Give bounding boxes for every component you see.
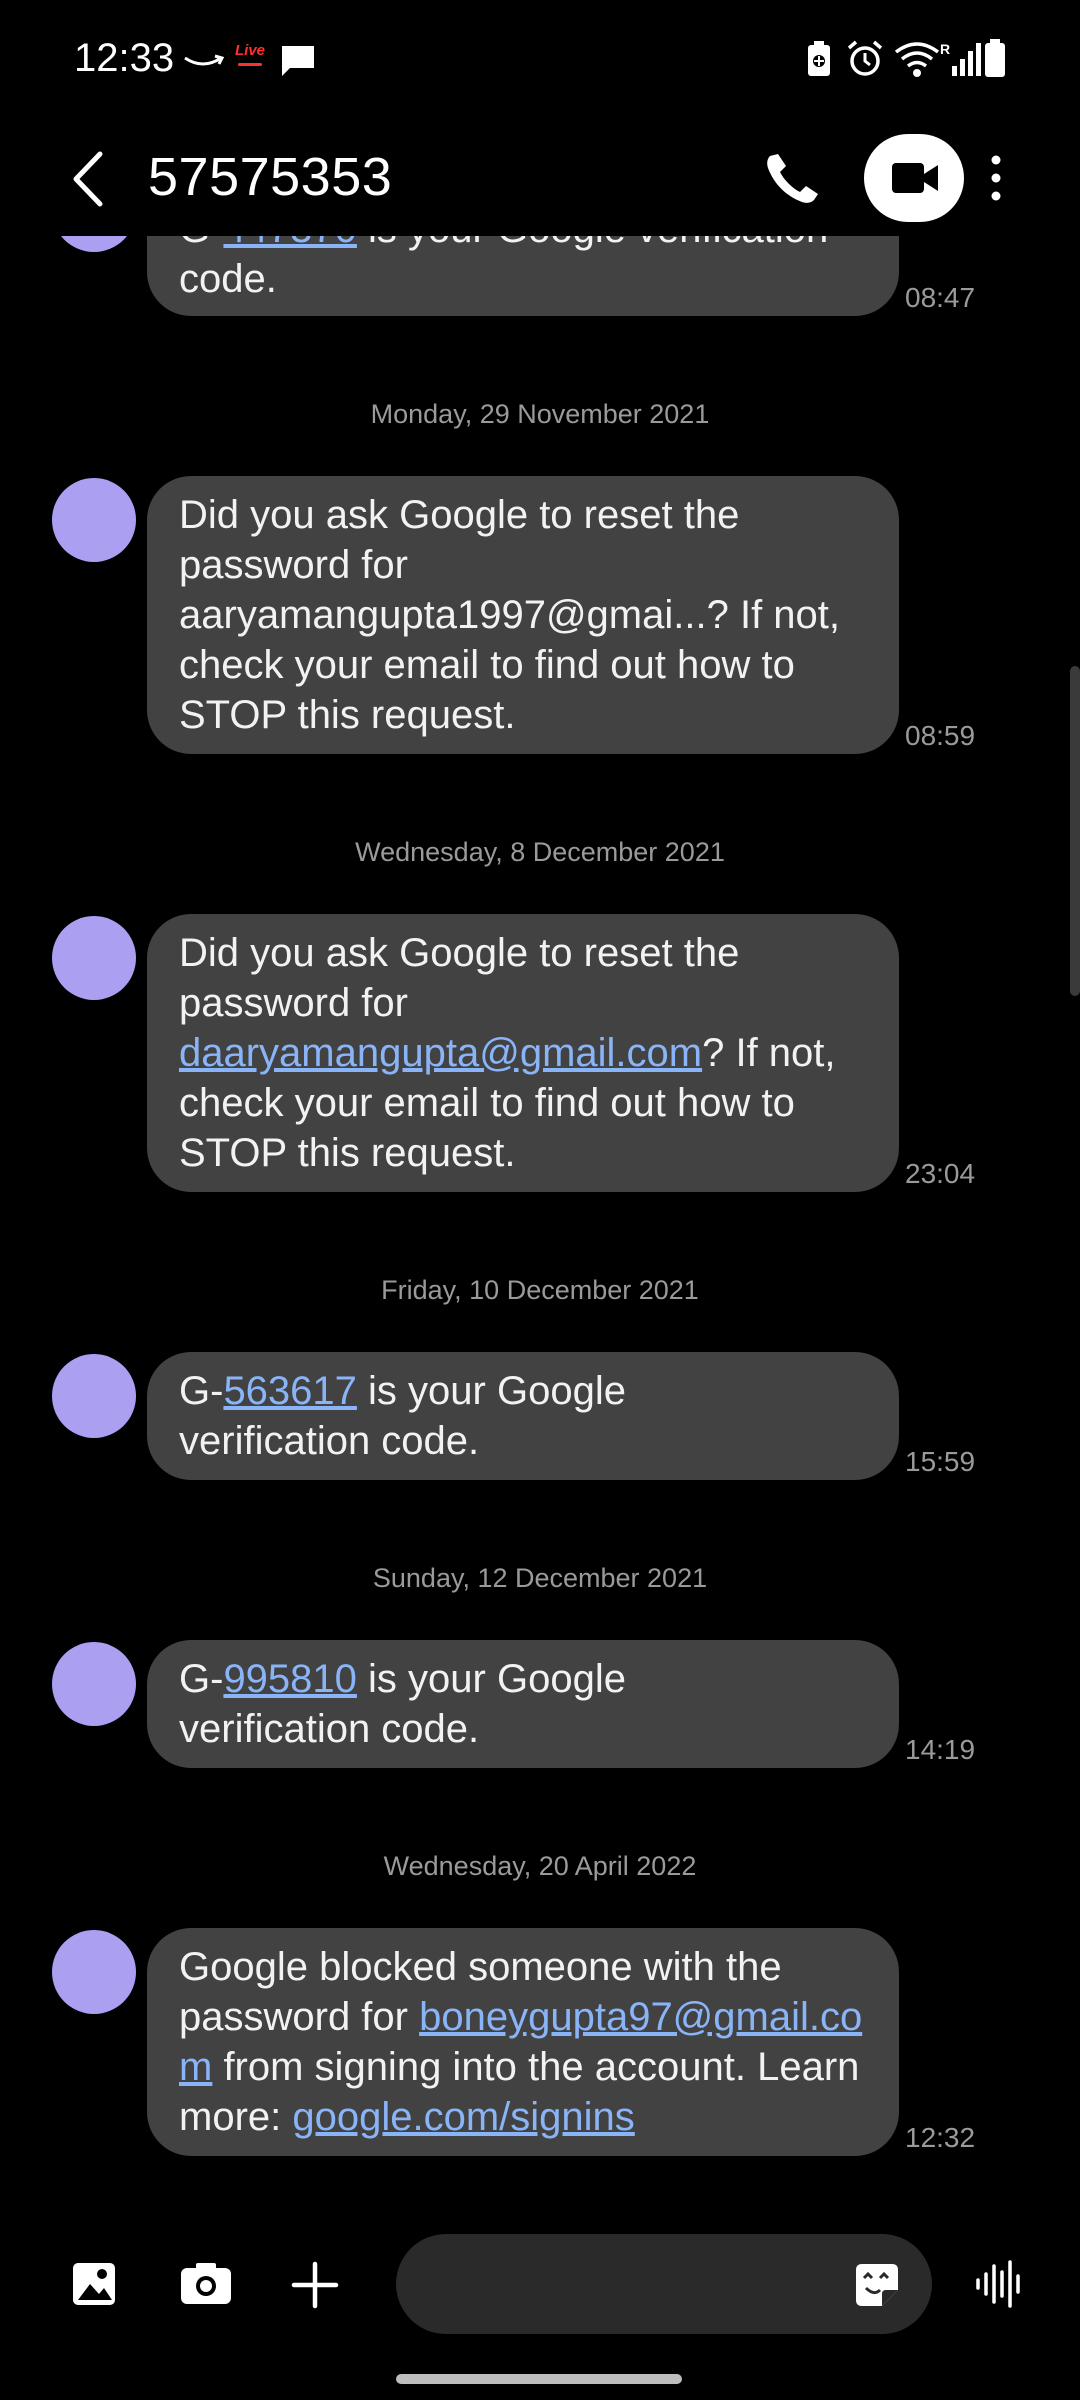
message-bubble[interactable]: G-995810 is your Google verification cod… — [147, 1640, 899, 1768]
video-call-button[interactable] — [862, 132, 966, 224]
more-icon[interactable] — [978, 136, 1014, 220]
status-time: 12:33 — [74, 36, 175, 80]
video-call-icon — [864, 134, 964, 222]
sender-avatar[interactable] — [52, 1642, 136, 1726]
message-bubble[interactable]: G-563617 is your Google verification cod… — [147, 1352, 899, 1480]
svg-text:R: R — [940, 41, 950, 57]
date-separator: Wednesday, 20 April 2022 — [383, 1851, 697, 1881]
navigation-handle[interactable] — [396, 2374, 682, 2384]
live-icon: Live — [230, 42, 270, 72]
message-time: 08:59 — [905, 720, 976, 751]
status-bar: 12:33 Live R — [0, 0, 1080, 120]
amazon-icon — [184, 54, 224, 66]
signal-icon: R — [940, 41, 981, 76]
conversation-title: 57575353 — [148, 147, 393, 207]
add-icon[interactable] — [290, 2260, 340, 2310]
message-bubble[interactable]: G-447370 is your Google verification cod… — [147, 236, 899, 316]
verification-code-link[interactable]: 995810 — [223, 1657, 356, 1701]
sender-avatar[interactable] — [52, 1930, 136, 2014]
sender-avatar[interactable] — [52, 916, 136, 1000]
live-icon-label: Live — [234, 42, 265, 59]
scrollbar[interactable] — [1070, 666, 1080, 996]
sender-avatar[interactable] — [52, 478, 136, 562]
message-time: 08:47 — [905, 282, 976, 313]
alarm-icon — [847, 40, 883, 76]
date-separator: Sunday, 12 December 2021 — [372, 1563, 708, 1593]
conversation-header: 57575353 — [0, 120, 1080, 236]
sender-avatar[interactable] — [52, 236, 136, 252]
gallery-icon[interactable] — [70, 2260, 118, 2308]
message-bubble[interactable]: Google blocked someone with the password… — [147, 1928, 899, 2156]
message-input[interactable] — [396, 2234, 932, 2334]
back-icon[interactable] — [62, 134, 112, 224]
message-time: 15:59 — [905, 1446, 976, 1477]
message-list[interactable]: G-447370 is your Google verification cod… — [0, 236, 1080, 2196]
camera-icon[interactable] — [178, 2260, 234, 2308]
voice-icon[interactable] — [974, 2258, 1026, 2310]
wifi-icon — [894, 42, 940, 77]
message-icon — [282, 46, 314, 76]
sender-avatar[interactable] — [52, 1354, 136, 1438]
date-separator: Monday, 29 November 2021 — [370, 399, 710, 429]
message-composer — [0, 2210, 1080, 2360]
verification-code-link[interactable]: 563617 — [223, 1369, 356, 1413]
message-time: 14:19 — [905, 1734, 976, 1765]
date-separator: Friday, 10 December 2021 — [381, 1275, 699, 1305]
sticker-icon[interactable] — [852, 2260, 902, 2310]
verification-code-link[interactable]: 447370 — [223, 236, 356, 251]
battery-saver-icon — [808, 41, 830, 76]
date-separator: Wednesday, 8 December 2021 — [355, 837, 725, 867]
message-bubble[interactable]: Did you ask Google to reset the password… — [147, 914, 899, 1192]
signins-link[interactable]: google.com/signins — [292, 2095, 634, 2139]
phone-icon[interactable] — [756, 136, 826, 220]
message-time: 23:04 — [905, 1158, 976, 1189]
battery-icon — [985, 39, 1005, 77]
message-bubble[interactable]: Did you ask Google to reset the password… — [147, 476, 899, 754]
email-link[interactable]: daaryamangupta@gmail.com — [179, 1031, 702, 1075]
message-time: 12:32 — [905, 2122, 976, 2153]
